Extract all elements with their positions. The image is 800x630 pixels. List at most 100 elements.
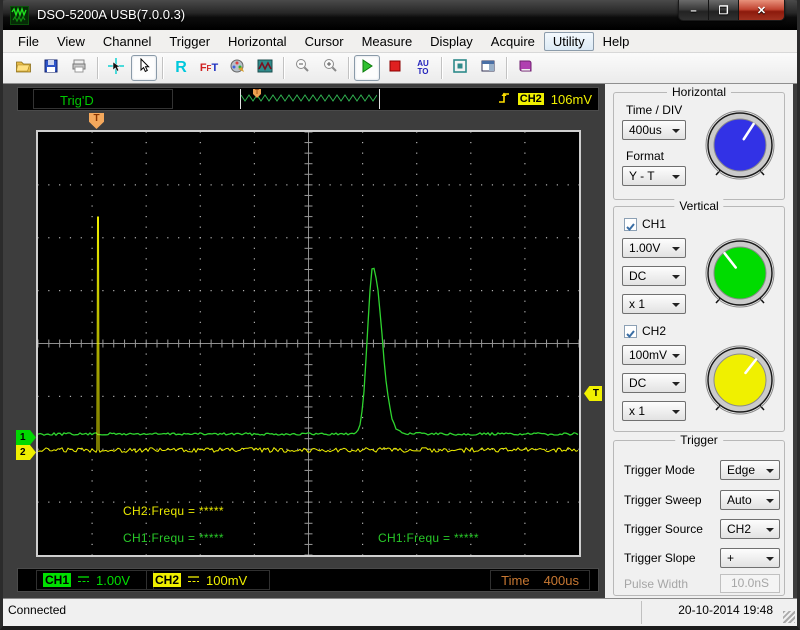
window-layout-button[interactable] [475, 55, 501, 81]
pulse-width-input[interactable]: 10.0nS [720, 574, 780, 593]
chevron-down-icon [766, 499, 774, 503]
fullscreen-button[interactable] [447, 55, 473, 81]
ch1-frequency-readout: CH1:Frequ = ***** [123, 531, 224, 545]
fft-button[interactable]: FFT [196, 55, 222, 81]
toolbar-separator [97, 57, 98, 79]
vertical-group: Vertical CH1 1.00V DC x 1 CH2 100mV DC x [613, 206, 785, 432]
ch1-probe-select[interactable]: x 1 [622, 294, 686, 314]
menu-acquire[interactable]: Acquire [482, 32, 544, 51]
window-title: DSO-5200A USB(7.0.0.3) [37, 7, 185, 22]
menu-display[interactable]: Display [421, 32, 482, 51]
ch2-scale-value: 100mV [206, 573, 247, 588]
open-button[interactable] [10, 55, 36, 81]
titlebar[interactable]: DSO-5200A USB(7.0.0.3) – ❐ ✕ [0, 0, 800, 30]
ch2-checkbox[interactable] [624, 325, 637, 338]
ch2-volt-select[interactable]: 100mV [622, 345, 686, 365]
close-button[interactable]: ✕ [739, 0, 784, 21]
trig-status: Trig'D [60, 93, 94, 108]
color-settings-button[interactable] [224, 55, 250, 81]
menu-cursor[interactable]: Cursor [296, 32, 353, 51]
chevron-down-icon [672, 129, 680, 133]
toolbar-separator [506, 57, 507, 79]
cursor-measure-button[interactable] [103, 55, 129, 81]
play-icon [359, 58, 375, 79]
chevron-down-icon [672, 410, 680, 414]
trigger-slope-select[interactable]: + [720, 548, 780, 568]
waveform-display-button[interactable] [252, 55, 278, 81]
r-icon: R [175, 59, 187, 77]
app-window: DSO-5200A USB(7.0.0.3) – ❐ ✕ File View C… [0, 0, 800, 630]
datetime-status: 20-10-2014 19:48 [678, 603, 773, 617]
toolbar-separator [348, 57, 349, 79]
vertical-group-title: Vertical [674, 199, 723, 213]
minimize-button[interactable]: – [679, 0, 709, 21]
open-icon [15, 58, 32, 79]
zoom-in-icon [322, 58, 338, 79]
ch2-frequency-readout: CH2:Frequ = ***** [123, 504, 224, 518]
trigger-slope-icon [498, 89, 511, 110]
ch1-checkbox[interactable] [624, 218, 637, 231]
save-button[interactable] [38, 55, 64, 81]
menu-help[interactable]: Help [594, 32, 639, 51]
ch2-coupling-icon [187, 571, 200, 589]
ch2-info-box: CH2 100mV [146, 570, 270, 590]
ch2-probe-select[interactable]: x 1 [622, 401, 686, 421]
chevron-down-icon [672, 382, 680, 386]
ch1-badge: CH1 [43, 573, 71, 587]
waveform-icon [257, 58, 273, 79]
trigger-level-marker[interactable]: T [584, 386, 602, 401]
scope-graticule-and-waveforms [38, 132, 579, 555]
horizontal-trigger-position-marker[interactable]: T [89, 113, 104, 129]
horizontal-group-title: Horizontal [667, 85, 731, 99]
ch1-vertical-knob[interactable] [702, 237, 778, 313]
menu-horizontal[interactable]: Horizontal [219, 32, 296, 51]
trigger-sweep-select[interactable]: Auto [720, 490, 780, 510]
trigger-source-select[interactable]: CH2 [720, 519, 780, 539]
print-button[interactable] [66, 55, 92, 81]
toolbar-separator [283, 57, 284, 79]
help-button[interactable] [512, 55, 538, 81]
ch1-volt-select[interactable]: 1.00V [622, 238, 686, 258]
time-label: Time [501, 573, 529, 588]
time-div-select[interactable]: 400us [622, 120, 686, 140]
format-select[interactable]: Y - T [622, 166, 686, 186]
scope-display: CH2:Frequ = ***** CH1:Frequ = ***** CH1:… [36, 130, 581, 557]
trigger-source-badge: CH2 [518, 93, 544, 105]
chevron-down-icon [766, 469, 774, 473]
trigger-group-title: Trigger [675, 433, 723, 447]
fullscreen-icon [452, 58, 468, 79]
trigger-mode-select[interactable]: Edge [720, 460, 780, 480]
trigger-level-value: 106mV [551, 92, 592, 107]
zoom-in-button[interactable] [317, 55, 343, 81]
menu-trigger[interactable]: Trigger [160, 32, 219, 51]
ch2-vertical-knob[interactable] [702, 344, 778, 420]
trigger-source-label: Trigger Source [624, 522, 703, 536]
menu-view[interactable]: View [48, 32, 94, 51]
format-label: Format [626, 149, 664, 163]
ch1-coupling-select[interactable]: DC [622, 266, 686, 286]
resize-grip[interactable] [783, 611, 795, 623]
maximize-button[interactable]: ❐ [709, 0, 739, 21]
menu-utility[interactable]: Utility [544, 32, 594, 51]
run-button[interactable] [354, 55, 380, 81]
ch1-ground-marker[interactable]: 1 [16, 430, 36, 445]
menu-measure[interactable]: Measure [353, 32, 422, 51]
autoset-button[interactable]: AUTO [410, 55, 436, 81]
chevron-down-icon [672, 175, 680, 179]
bottom-info-bar: CH1 1.00V CH2 100mV Time 400us [17, 568, 599, 592]
chevron-down-icon [672, 354, 680, 358]
ch2-coupling-select[interactable]: DC [622, 373, 686, 393]
horizontal-knob[interactable] [702, 109, 778, 185]
refresh-button[interactable]: R [168, 55, 194, 81]
menu-file[interactable]: File [9, 32, 48, 51]
ch1-frequency-readout-2: CH1:Frequ = ***** [378, 531, 479, 545]
zoom-out-button[interactable] [289, 55, 315, 81]
waveform-preview[interactable]: T [240, 89, 380, 109]
preview-waveform [241, 89, 377, 107]
select-arrow-button[interactable] [131, 55, 157, 81]
menu-channel[interactable]: Channel [94, 32, 160, 51]
connection-status: Connected [8, 603, 66, 617]
ch2-ground-marker[interactable]: 2 [16, 445, 36, 460]
stop-button[interactable] [382, 55, 408, 81]
zoom-out-icon [294, 58, 310, 79]
